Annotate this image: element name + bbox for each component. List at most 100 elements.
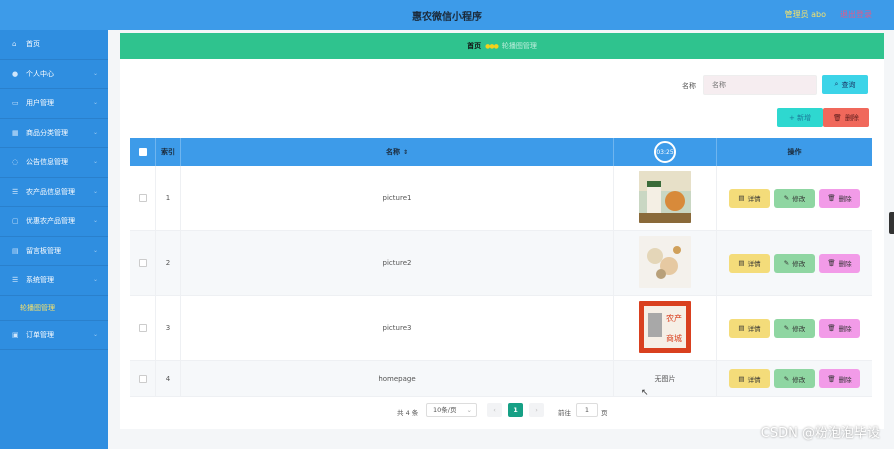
detail-button[interactable]: ▤ 详情 (729, 253, 770, 273)
row-checkbox[interactable] (138, 194, 147, 202)
detail-button[interactable]: ▤ 详情 (729, 369, 770, 388)
delete-button[interactable]: 🗑 删除 (819, 318, 860, 338)
sidebar-item-3[interactable]: ▦ 商品分类管理 ⌄ (0, 119, 108, 148)
trash-icon: 🗑 (827, 324, 836, 332)
list-icon: ☰ (12, 187, 19, 196)
row-checkbox[interactable] (138, 324, 147, 332)
prev-page-button[interactable]: ‹ (487, 403, 502, 417)
admin-username[interactable]: 管理员 abo (785, 9, 826, 20)
pencil-icon: ✎ (783, 374, 790, 383)
sidebar-item-label: 农产品信息管理 (26, 187, 75, 196)
sidebar-item-label: 公告信息管理 (26, 158, 68, 167)
app-title: 惠农微信小程序 (412, 12, 482, 23)
chevron-down-icon: ⌄ (92, 246, 98, 254)
detail-button[interactable]: ▤ 详情 (729, 318, 770, 338)
search-input[interactable] (703, 75, 817, 95)
logout-link[interactable]: 退出登录 (840, 9, 872, 20)
sidebar-item-5[interactable]: ☰ 农产品信息管理 ⌄ (0, 178, 108, 207)
pencil-icon: ✎ (783, 324, 790, 332)
batch-delete-button[interactable]: 🗑 删除 (823, 108, 869, 127)
page-size-select[interactable]: 10条/页 ⌄ (426, 403, 477, 417)
user-icon: ● (12, 69, 19, 78)
edit-button[interactable]: ✎ 修改 (774, 318, 815, 338)
breadcrumb-current: 轮播图管理 (501, 42, 537, 50)
row-index: 2 (156, 231, 181, 295)
search-icon: ⌕ (834, 80, 839, 88)
goto-label: 前往 (558, 409, 571, 417)
watermark: CSDN @粉泡泡毕设 (760, 426, 880, 441)
row-image: 无图片 (614, 361, 717, 396)
row-index: 4 (156, 361, 181, 396)
main-content: 首页 ●●● 轮播图管理 名称 ⌕ 查询 + 新增 🗑 删除 索引 名称⇕ 03… (120, 33, 884, 429)
detail-button[interactable]: ▤ 详情 (729, 188, 770, 208)
row-actions: ▤ 详情 ✎ 修改 🗑 删除 (717, 231, 872, 295)
chevron-down-icon: ⌄ (92, 187, 98, 195)
row-name: picture2 (181, 231, 614, 295)
chevron-down-icon: ⌄ (92, 99, 98, 106)
edit-button[interactable]: ✎ 修改 (774, 188, 815, 208)
sidebar: ⌂ 首页 ● 个人中心 ⌄ ▭ 用户管理 ⌄ ▦ 商品分类管理 ⌄ ◌ 公告信息管理 ⌄ ☰ 农产品信息管理 ⌄… (0, 30, 108, 449)
row-image (614, 166, 717, 230)
sidebar-item-6[interactable]: ▢ 优惠农产品管理 ⌄ (0, 207, 108, 237)
scroll-handle[interactable] (889, 212, 894, 234)
picture2-thumbnail (639, 236, 691, 290)
sort-icon[interactable]: ⇕ (403, 149, 408, 156)
chevron-down-icon: ⌄ (92, 158, 98, 165)
sidebar-item-8[interactable]: ☰ 系统管理 ⌄ (0, 266, 108, 296)
order-icon: ▣ (12, 330, 19, 339)
query-button[interactable]: ⌕ 查询 (822, 75, 868, 94)
discount-icon: ▢ (12, 217, 19, 226)
sidebar-subitem-carousel[interactable]: 轮播图管理 (0, 296, 108, 321)
row-image: 农产 商城 (614, 296, 717, 360)
row-index: 1 (156, 166, 181, 230)
document-icon: ▤ (738, 324, 745, 332)
select-all-cell (130, 138, 156, 166)
table-row: 1 picture1 ▤ 详情 ✎ 修改 🗑 删除 (130, 166, 872, 231)
page-number-current[interactable]: 1 (508, 403, 523, 417)
chevron-down-icon: ⌄ (92, 69, 98, 77)
sidebar-item-orders[interactable]: ▣ 订单管理 ⌄ (0, 321, 108, 350)
row-checkbox[interactable] (138, 259, 147, 267)
edit-button[interactable]: ✎ 修改 (774, 253, 815, 273)
sidebar-item-2[interactable]: ▭ 用户管理 ⌄ (0, 89, 108, 119)
add-button[interactable]: + 新增 (777, 108, 823, 127)
delete-button[interactable]: 🗑 删除 (819, 253, 860, 273)
select-all-checkbox[interactable] (138, 148, 147, 156)
table-row: 4 homepage 无图片 ▤ 详情 ✎ 修改 🗑 删除 (130, 361, 872, 397)
table-body: 1 picture1 ▤ 详情 ✎ 修改 🗑 删除 2 picture2 ▤ 详情 ✎ 修改 🗑 删除 3 pic… (130, 166, 872, 397)
row-checkbox[interactable] (138, 374, 147, 383)
row-select-cell (130, 296, 156, 360)
timer-badge: 03:25 (654, 141, 676, 163)
header-index: 索引 (156, 138, 181, 166)
delete-button[interactable]: 🗑 删除 (819, 188, 860, 208)
sidebar-item-label: 系统管理 (26, 276, 54, 285)
table-row: 3 picture3 农产 商城 ▤ 详情 ✎ 修改 🗑 删除 (130, 296, 872, 361)
row-select-cell (130, 166, 156, 230)
chevron-down-icon: ⌄ (92, 128, 98, 136)
breadcrumb-separator: ●●● (485, 42, 499, 50)
delete-button[interactable]: 🗑 删除 (819, 369, 860, 388)
edit-button[interactable]: ✎ 修改 (774, 369, 815, 388)
chevron-down-icon: ⌄ (92, 217, 98, 224)
pagination: 共 4 条 10条/页 ⌄ ‹ 1 › 前往 1 页 (120, 403, 884, 419)
sidebar-item-1[interactable]: ● 个人中心 ⌄ (0, 60, 108, 89)
row-select-cell (130, 231, 156, 295)
trash-icon: 🗑 (827, 374, 836, 383)
trash-icon: 🗑 (827, 259, 836, 267)
svg-text:商城: 商城 (666, 333, 682, 343)
goto-page-input[interactable]: 1 (576, 403, 598, 417)
breadcrumb-home[interactable]: 首页 (467, 41, 481, 51)
row-image (614, 231, 717, 295)
sidebar-item-7[interactable]: ▤ 留言板管理 ⌄ (0, 237, 108, 266)
trash-icon: 🗑 (833, 113, 842, 122)
sidebar-item-4[interactable]: ◌ 公告信息管理 ⌄ (0, 148, 108, 178)
chevron-down-icon: ⌄ (92, 276, 98, 283)
sidebar-item-0[interactable]: ⌂ 首页 (0, 30, 108, 60)
svg-text:农产: 农产 (666, 313, 682, 323)
header-image: 03:25 (614, 138, 717, 166)
picture3-thumbnail: 农产 商城 (639, 301, 691, 355)
mouse-cursor-icon: ↖ (641, 388, 649, 398)
header-name[interactable]: 名称 ⇕ (181, 138, 614, 166)
next-page-button[interactable]: › (529, 403, 544, 417)
notice-icon: ◌ (12, 158, 19, 167)
